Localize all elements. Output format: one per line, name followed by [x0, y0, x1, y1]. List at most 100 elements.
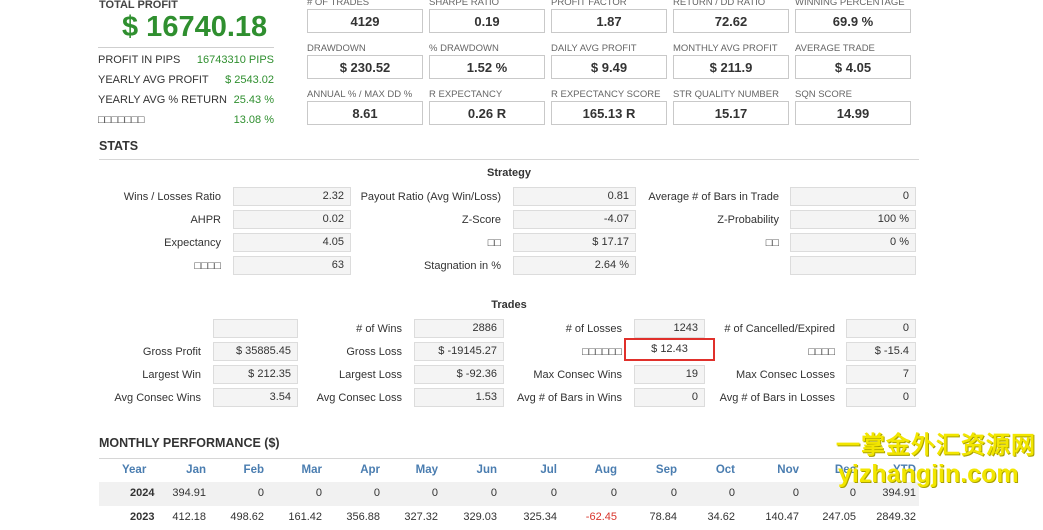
stat-value — [790, 256, 916, 275]
monthly-header-cell: Feb — [243, 464, 264, 476]
metric-value: 0.19 — [429, 9, 545, 33]
trade-value: 0 — [846, 388, 916, 407]
trade-value: 7 — [846, 365, 916, 384]
monthly-value-cell: 161.42 — [288, 511, 322, 523]
monthly-value-cell: 140.47 — [765, 511, 799, 523]
metric-cell: DAILY AVG PROFIT $ 9.49 — [551, 44, 667, 79]
metric-cell: STR QUALITY NUMBER 15.17 — [673, 90, 789, 125]
stat-label: AHPR — [190, 214, 221, 226]
metric-label: MONTHLY AVG PROFIT — [673, 44, 778, 54]
trades-title: Trades — [491, 299, 527, 311]
summary-value: $ 2543.02 — [225, 74, 274, 86]
strategy-title: Strategy — [486, 167, 532, 179]
stat-label: Payout Ratio (Avg Win/Loss) — [360, 191, 501, 203]
metric-value: $ 4.05 — [795, 55, 911, 79]
summary-value: 13.08 % — [233, 114, 274, 126]
trade-label: □□□□□□ — [582, 346, 622, 358]
metric-cell: PROFIT FACTOR 1.87 — [551, 0, 667, 33]
monthly-header-cell: May — [415, 464, 438, 476]
trade-label: # of Wins — [356, 323, 402, 335]
summary-value: 16743310 PIPS — [196, 54, 274, 66]
monthly-value-cell: 0 — [670, 487, 677, 499]
stat-label: Average # of Bars in Trade — [648, 191, 779, 203]
monthly-value-cell: 0 — [792, 487, 799, 499]
metric-value: 1.52 % — [429, 55, 545, 79]
summary-row-yearly-return: YEARLY AVG % RETURN 25.43 % — [98, 94, 274, 108]
monthly-header-cell: Jun — [476, 464, 497, 476]
metric-value: $ 230.52 — [307, 55, 423, 79]
metric-value: 8.61 — [307, 101, 423, 125]
monthly-value-cell: 0 — [490, 487, 497, 499]
monthly-value-cell: 2849.32 — [876, 511, 916, 523]
metric-cell: % DRAWDOWN 1.52 % — [429, 44, 545, 79]
monthly-value-cell: 0 — [373, 487, 380, 499]
watermark-url: yizhangjin.com — [838, 460, 1019, 488]
metric-value: $ 211.9 — [673, 55, 789, 79]
trade-label — [1, 322, 201, 336]
total-profit-label: TOTAL PROFIT — [99, 0, 178, 11]
metric-cell: MONTHLY AVG PROFIT $ 211.9 — [673, 44, 789, 79]
monthly-value-cell: 78.84 — [649, 511, 677, 523]
summary-row-yearly-profit: YEARLY AVG PROFIT $ 2543.02 — [98, 74, 274, 88]
metric-cell: R EXPECTANCY SCORE 165.13 R — [551, 90, 667, 125]
monthly-value-cell: 0 — [315, 487, 322, 499]
trade-label: Avg Consec Wins — [114, 392, 201, 404]
metric-cell: WINNING PERCENTAGE 69.9 % — [795, 0, 911, 33]
monthly-value-cell: 327.32 — [404, 511, 438, 523]
trade-value: 0 — [846, 319, 916, 338]
metric-cell: RETURN / DD RATIO 72.62 — [673, 0, 789, 33]
metric-label: # OF TRADES — [307, 0, 370, 8]
trade-label: # of Losses — [565, 323, 622, 335]
monthly-value-cell: 34.62 — [707, 511, 735, 523]
monthly-value-cell: 0 — [550, 487, 557, 499]
summary-row-pips: PROFIT IN PIPS 16743310 PIPS — [98, 54, 274, 68]
summary-value: 25.43 % — [233, 94, 274, 106]
metric-value: 72.62 — [673, 9, 789, 33]
monthly-value-cell: 0 — [728, 487, 735, 499]
monthly-header-cell: Apr — [360, 464, 380, 476]
trade-label: Avg # of Bars in Wins — [517, 392, 622, 404]
stat-value: 100 % — [790, 210, 916, 229]
stats-title: STATS — [99, 139, 139, 153]
metric-label: DRAWDOWN — [307, 44, 366, 54]
monthly-value-cell: 412.18 — [172, 511, 206, 523]
metric-cell: SQN SCORE 14.99 — [795, 90, 911, 125]
monthly-row: 2023 412.18 498.62 161.42 356.88 327.32 329.03… — [99, 506, 919, 530]
stat-value: 0 % — [790, 233, 916, 252]
monthly-year-cell: 2023 — [130, 511, 155, 523]
metric-label: ANNUAL % / MAX DD % — [307, 90, 413, 100]
metric-cell: # OF TRADES 4129 — [307, 0, 423, 33]
metric-value: 15.17 — [673, 101, 789, 125]
metric-cell: AVERAGE TRADE $ 4.05 — [795, 44, 911, 79]
stat-value: 0 — [790, 187, 916, 206]
monthly-header-cell: Oct — [715, 464, 735, 476]
monthly-value-cell: 247.05 — [822, 511, 856, 523]
trade-label: # of Cancelled/Expired — [724, 323, 835, 335]
summary-divider — [98, 47, 274, 48]
stat-label — [559, 259, 779, 273]
summary-label: PROFIT IN PIPS — [98, 54, 181, 66]
trade-label: Max Consec Wins — [533, 369, 622, 381]
metric-cell: SHARPE RATIO 0.19 — [429, 0, 545, 33]
monthly-row: 2024 394.91 0 0 0 0 0 0 0 0 0 0 0 394.91 — [99, 482, 919, 506]
monthly-header-row: Year Jan Feb Mar Apr May Jun Jul Aug Sep Oct Nov Dec… — [99, 458, 919, 483]
summary-label: YEARLY AVG % RETURN — [98, 94, 227, 106]
monthly-value-cell: 356.88 — [346, 511, 380, 523]
summary-row-unknown: □□□□□□□ 13.08 % — [98, 114, 274, 128]
monthly-value-cell: 0 — [610, 487, 617, 499]
metric-label: PROFIT FACTOR — [551, 0, 627, 8]
metric-cell: DRAWDOWN $ 230.52 — [307, 44, 423, 79]
stat-label: Z-Score — [461, 214, 501, 226]
trade-label: Max Consec Losses — [735, 369, 835, 381]
monthly-header-cell: Jul — [540, 464, 557, 476]
monthly-header-cell: Aug — [594, 464, 617, 476]
metric-value: 165.13 R — [551, 101, 667, 125]
metric-label: DAILY AVG PROFIT — [551, 44, 637, 54]
monthly-value-cell: -62.45 — [585, 511, 617, 523]
stat-label: □□ — [487, 237, 501, 249]
metric-label: SQN SCORE — [795, 90, 853, 100]
stat-label: □□ — [765, 237, 779, 249]
monthly-header-cell: Mar — [301, 464, 322, 476]
monthly-header-cell: Jan — [186, 464, 206, 476]
summary-label: YEARLY AVG PROFIT — [98, 74, 209, 86]
